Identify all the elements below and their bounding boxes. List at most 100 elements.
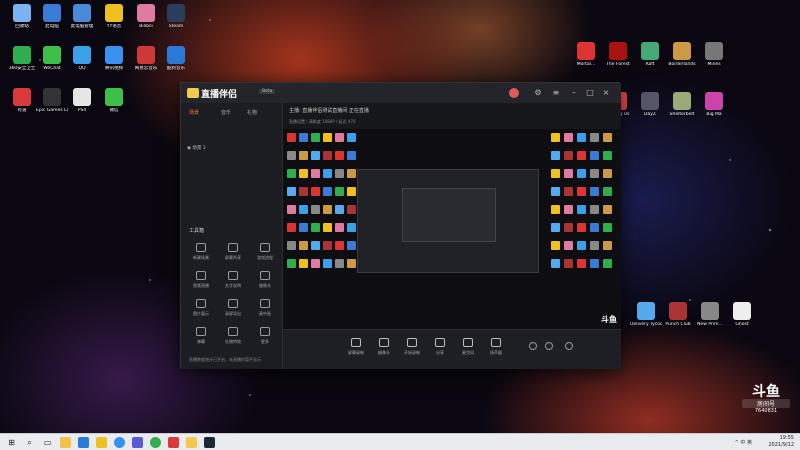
desktop-icon[interactable]: Mines — [698, 42, 730, 86]
desktop-icon[interactable]: 腾讯视频 — [98, 46, 130, 90]
douyu-taskbar-icon[interactable] — [168, 437, 179, 448]
tool-button[interactable]: 图片展示 — [187, 299, 215, 323]
desktop-icon[interactable]: Ghost — [726, 302, 758, 346]
tool-button[interactable]: 视频直播 — [187, 271, 215, 295]
control-button[interactable]: 屏幕录制 — [343, 338, 369, 356]
tool-button[interactable]: 新建场景 — [187, 243, 215, 267]
minimize-icon[interactable]: – — [569, 88, 579, 98]
maximize-icon[interactable]: □ — [585, 88, 595, 98]
app-logo-icon — [187, 88, 199, 98]
desktop-icon[interactable]: 360安全卫士 — [6, 46, 38, 90]
desktop-icon[interactable]: Raft — [634, 42, 666, 86]
tool-button[interactable]: 弹幕 — [187, 327, 215, 351]
desktop-icon-label: Ghost — [735, 322, 749, 327]
stream-settings-line[interactable]: 直播设置 / 清晰度 1080P / 延迟 470 — [289, 119, 356, 125]
desktop-icon[interactable]: Delivery Tycoon — [630, 302, 662, 346]
tool-button[interactable]: 录屏导出 — [219, 299, 247, 323]
desktop-icon[interactable]: DayZ — [634, 92, 666, 136]
preview-icon — [311, 241, 320, 250]
desktop-icon[interactable]: 有道 — [6, 88, 38, 132]
desktop-icon[interactable]: Shelterbelt — [666, 92, 698, 136]
tool-label: 摄像头 — [259, 283, 271, 288]
preview-icon — [551, 241, 560, 250]
desktop-icon-label: 此电脑管理 — [70, 24, 94, 29]
tool-button[interactable]: 更多 — [251, 327, 279, 351]
tool-button[interactable]: 画中画 — [251, 299, 279, 323]
tab-scene[interactable]: 场景 — [189, 109, 199, 116]
task-view-icon[interactable]: ▭ — [42, 437, 53, 448]
control-button[interactable]: 摄像头 — [371, 338, 397, 356]
desktop-icon[interactable]: PS4 — [66, 88, 98, 132]
desktop-icon[interactable]: New Prim... — [694, 302, 726, 346]
desktop-icon-label: Mines — [707, 62, 721, 67]
preview-icon — [590, 187, 599, 196]
desktop-icon[interactable]: Bilibili — [130, 4, 162, 48]
tab-gift[interactable]: 礼物 — [247, 109, 257, 116]
live-app-taskbar-icon[interactable] — [186, 437, 197, 448]
desktop-icon[interactable]: WeChat — [36, 46, 68, 90]
desktop-icon[interactable]: 微信 — [98, 88, 130, 132]
desktop-icon-label: Big Ma — [706, 112, 722, 117]
store-icon[interactable] — [78, 437, 89, 448]
eye-icon[interactable]: ◉ — [187, 146, 191, 151]
timer-icon[interactable] — [545, 342, 553, 350]
steam-taskbar-icon[interactable] — [204, 437, 215, 448]
edge-icon[interactable] — [114, 437, 125, 448]
chrome-icon[interactable] — [150, 437, 161, 448]
record-dot-icon[interactable] — [529, 342, 537, 350]
desktop-icon[interactable]: Mortal... — [570, 42, 602, 86]
preview-icon — [551, 151, 560, 160]
desktop-icon[interactable]: Big Ma — [698, 92, 730, 136]
desktop-icon[interactable]: QQ — [66, 46, 98, 90]
desktop-icon-label: 酷狗音乐 — [167, 66, 185, 71]
desktop-icon[interactable]: Borderlands — [666, 42, 698, 86]
control-button[interactable]: 麦克风 — [455, 338, 481, 356]
desktop-icon[interactable]: 回收站 — [6, 4, 38, 48]
tool-icon[interactable] — [132, 437, 143, 448]
tool-button[interactable]: 屏幕共享 — [219, 243, 247, 267]
user-avatar[interactable] — [509, 88, 519, 98]
tool-icon — [260, 299, 270, 308]
desktop-icon[interactable]: Epic Games Launcher — [36, 88, 68, 132]
app-icon — [137, 4, 155, 22]
tool-button[interactable]: 游戏进程 — [251, 243, 279, 267]
menu-icon[interactable]: ≡ — [551, 88, 561, 98]
desktop-icon-label: Steam — [168, 24, 184, 29]
desktop-icon[interactable]: 网易云音乐 — [130, 46, 162, 90]
app-icon[interactable] — [96, 437, 107, 448]
desktop-icon[interactable]: The Forest — [602, 42, 634, 86]
preview-icon — [347, 187, 356, 196]
preview-watermark: 斗鱼 — [601, 315, 617, 324]
desktop-icon[interactable]: 此电脑管理 — [66, 4, 98, 48]
desktop-icon[interactable]: 此电脑 — [36, 4, 68, 48]
preview-icon — [590, 133, 599, 142]
search-icon[interactable]: ⌕ — [24, 437, 35, 448]
tool-button[interactable]: 摄像头 — [251, 271, 279, 295]
control-label: 分享 — [436, 350, 444, 355]
tool-button[interactable]: 礼物特效 — [219, 327, 247, 351]
tool-label: 录屏导出 — [225, 311, 241, 316]
desktop-icon-label: Epic Games Launcher — [36, 108, 68, 113]
douyu-watermark: 斗鱼 房间号 7640831 — [742, 384, 790, 426]
douyu-room-id: 7640831 — [754, 408, 778, 414]
control-button[interactable]: 扬声器 — [483, 338, 509, 356]
control-button[interactable]: 开始录制 — [399, 338, 425, 356]
desktop-icon[interactable]: Steam — [160, 4, 192, 48]
file-explorer-icon[interactable] — [60, 437, 71, 448]
desktop-icon[interactable]: YY语音 — [98, 4, 130, 48]
app-icon — [13, 4, 31, 22]
settings-gear-icon[interactable] — [565, 342, 573, 350]
start-icon[interactable]: ⊞ — [6, 437, 17, 448]
control-button[interactable]: 分享 — [427, 338, 453, 356]
settings-icon[interactable]: ⚙ — [533, 88, 543, 98]
close-icon[interactable]: × — [601, 88, 611, 98]
tool-button[interactable]: 文字说明 — [219, 271, 247, 295]
preview-icon — [323, 151, 332, 160]
preview-icon — [577, 169, 586, 178]
clock[interactable]: 19:55 2021/9/12 — [768, 435, 794, 449]
system-tray[interactable]: ^ 中 英 — [735, 439, 752, 446]
tab-music[interactable]: 音乐 — [221, 109, 231, 116]
preview-icon — [590, 223, 599, 232]
desktop-icon[interactable]: Punch Club — [662, 302, 694, 346]
scene-item[interactable]: ◉ 场景 1 — [187, 145, 206, 151]
